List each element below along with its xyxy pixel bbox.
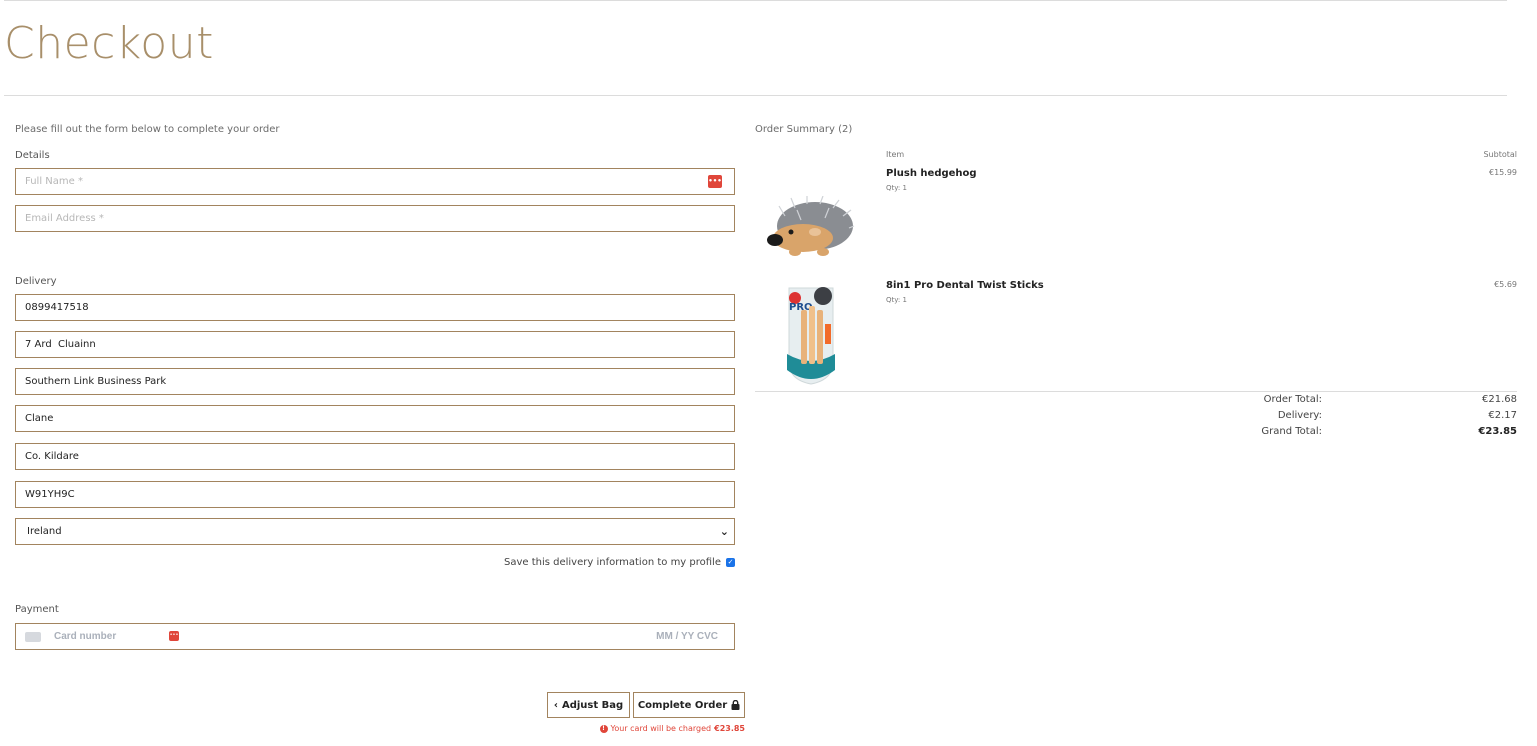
page-title: Checkout [4,18,214,69]
save-info-label: Save this delivery information to my pro… [503,557,721,568]
lock-icon [731,700,740,710]
town-value: Clane [25,413,54,424]
town-input[interactable]: Clane [15,405,735,432]
subtotal-column-header: Subtotal [1483,150,1517,159]
complete-order-button[interactable]: Complete Order [633,692,745,718]
postcode-value: W91YH9C [25,489,75,500]
card-number-placeholder: Card number [54,631,117,642]
item-subtotal-1: €15.99 [1489,168,1517,177]
save-info-checkbox[interactable]: ✓ [726,558,735,567]
street1-input[interactable]: 7 Ard Cluainn [15,331,735,358]
card-exp-cvc-placeholder: MM / YY CVC [656,631,718,642]
postcode-input[interactable]: W91YH9C [15,481,735,508]
chevron-down-icon: ⌄ [719,525,729,538]
full-name-placeholder: Full Name * [25,176,83,187]
phone-input[interactable]: 0899417518 [15,294,735,321]
item-subtotal-2: €5.69 [1494,280,1517,289]
chevron-left-icon: ‹ [553,699,558,711]
county-input[interactable]: Co. Kildare [15,443,735,470]
country-select[interactable]: Ireland ⌄ [15,518,735,545]
title-divider [4,95,1507,96]
adjust-bag-button[interactable]: ‹ Adjust Bag [547,692,630,718]
phone-value: 0899417518 [25,302,89,313]
charge-amount: €23.85 [714,724,745,733]
dental-sticks-image[interactable]: PRO [783,284,839,388]
email-input[interactable]: Email Address * [15,205,735,232]
item-qty-1: Qty: 1 [886,184,907,192]
password-manager-icon[interactable]: ••• [708,175,722,188]
item-name-2: 8in1 Pro Dental Twist Sticks [886,280,1044,291]
item-column-header: Item [886,150,905,159]
street2-value: Southern Link Business Park [25,376,167,387]
save-info-row[interactable]: Save this delivery information to my pro… [504,557,735,568]
card-input[interactable]: Card number ••• MM / YY CVC [15,623,735,650]
adjust-bag-label: Adjust Bag [561,699,624,711]
form-intro: Please fill out the form below to comple… [15,124,280,135]
grand-total-label: Grand Total: [1261,426,1322,437]
top-divider [4,0,1507,1]
email-placeholder: Email Address * [25,213,104,224]
street1-value: 7 Ard Cluainn [25,339,96,350]
delivery-label: Delivery [15,276,57,287]
charge-note: ! Your card will be charged €23.85 [599,724,745,733]
alert-icon: ! [599,724,608,733]
charge-note-text: Your card will be charged [610,724,712,733]
grand-total-value: €23.85 [1478,426,1517,437]
delivery-cost-value: €2.17 [1488,410,1517,421]
complete-order-label: Complete Order [637,699,728,711]
order-total-label: Order Total: [1263,394,1322,405]
item-qty-2: Qty: 1 [886,296,907,304]
item-name-1: Plush hedgehog [886,168,977,179]
payment-label: Payment [15,604,59,615]
order-total-value: €21.68 [1482,394,1517,405]
summary-divider [755,391,1517,392]
delivery-cost-label: Delivery: [1277,410,1322,421]
password-manager-icon[interactable]: ••• [169,631,179,641]
county-value: Co. Kildare [25,451,79,462]
details-label: Details [15,150,50,161]
hedgehog-image[interactable] [765,196,855,258]
credit-card-icon [25,632,41,642]
street2-input[interactable]: Southern Link Business Park [15,368,735,395]
order-summary-title: Order Summary (2) [755,124,853,135]
country-value: Ireland [27,526,62,537]
full-name-input[interactable]: Full Name * ••• [15,168,735,195]
